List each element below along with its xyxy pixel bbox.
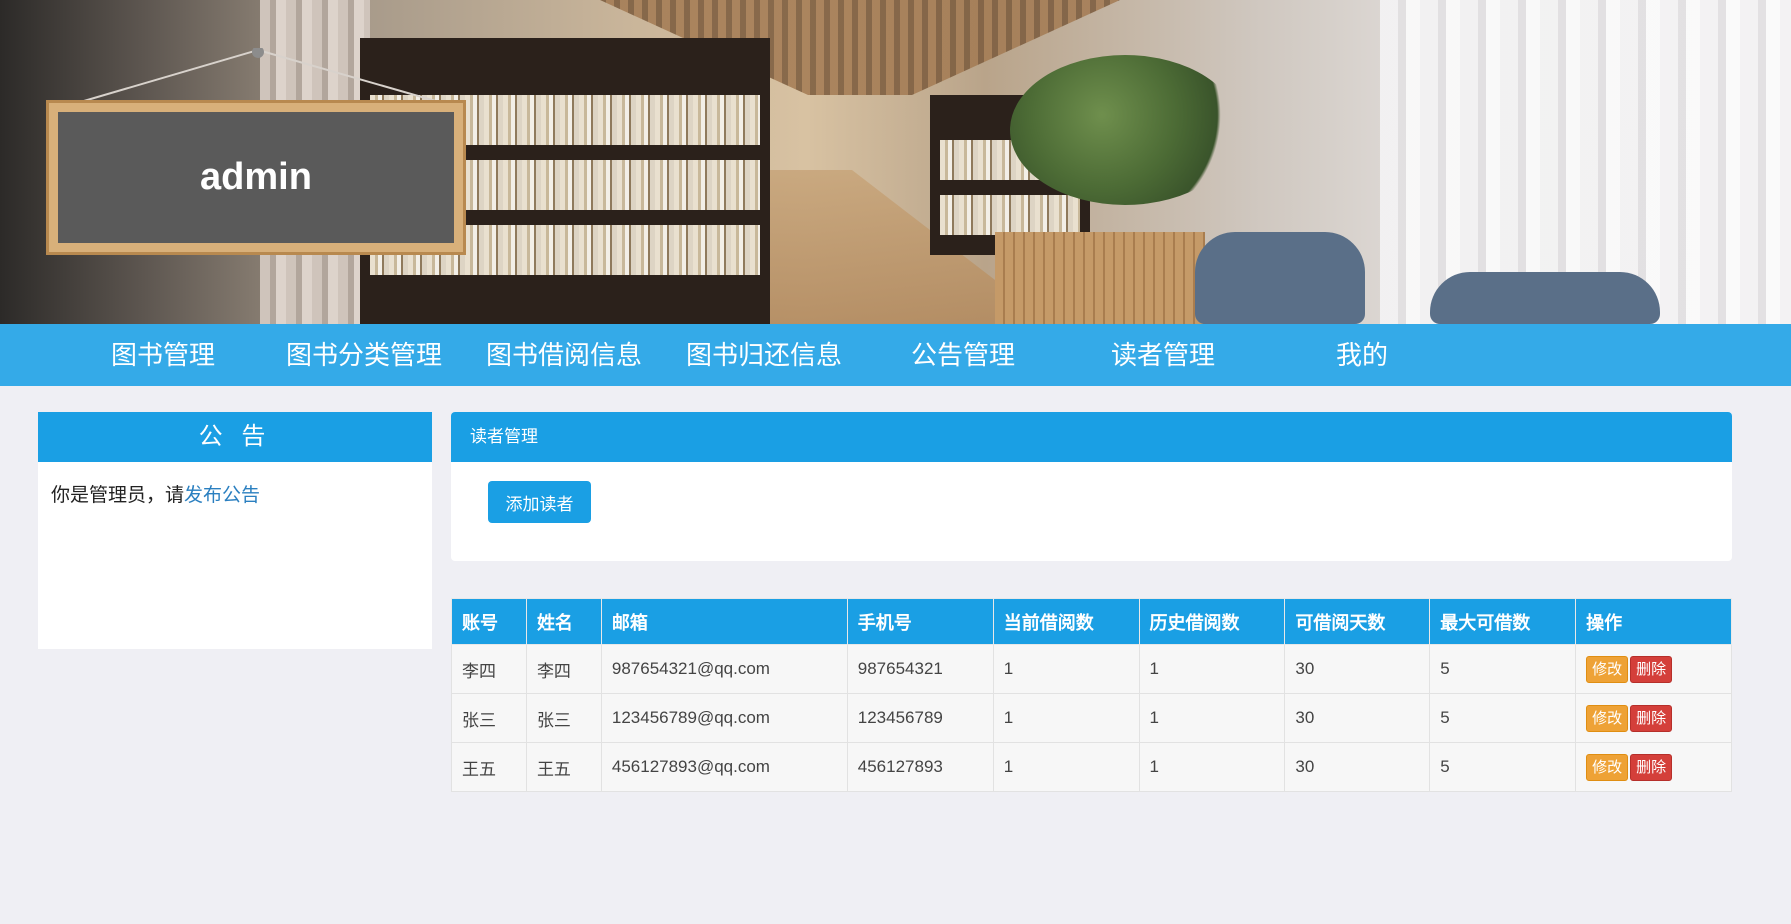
banner-books	[940, 195, 1080, 235]
cell-max-borrows: 5	[1429, 644, 1577, 694]
edit-button[interactable]: 修改	[1586, 655, 1629, 683]
table-row: 张三 张三 123456789@qq.com 123456789 1 1 30 …	[451, 693, 1732, 743]
table-row: 李四 李四 987654321@qq.com 987654321 1 1 30 …	[451, 644, 1732, 694]
edit-button[interactable]: 修改	[1586, 704, 1629, 732]
delete-button[interactable]: 删除	[1630, 655, 1673, 683]
add-reader-button[interactable]: 添加读者	[488, 481, 591, 523]
banner-planter	[995, 232, 1205, 324]
table-header-row: 账号 姓名 邮箱 手机号 当前借阅数 历史借阅数 可借阅天数 最大可借数 操作	[451, 598, 1732, 645]
publish-notice-link[interactable]: 发布公告	[184, 485, 260, 506]
cell-current-borrows: 1	[992, 693, 1140, 743]
header-banner: admin	[0, 0, 1791, 324]
nav-item-books[interactable]: 图书管理	[111, 324, 215, 386]
column-header-phone: 手机号	[846, 598, 994, 645]
notice-text: 你是管理员，请	[51, 485, 185, 506]
main-nav: 图书管理 图书分类管理 图书借阅信息 图书归还信息 公告管理 读者管理 我的	[0, 324, 1791, 386]
cell-actions: 修改 删除	[1575, 693, 1732, 743]
cell-email: 456127893@qq.com	[600, 742, 848, 792]
cell-history-borrows: 1	[1138, 644, 1286, 694]
readers-table: 账号 姓名 邮箱 手机号 当前借阅数 历史借阅数 可借阅天数 最大可借数 操作 …	[451, 598, 1732, 792]
cell-email: 123456789@qq.com	[600, 693, 848, 743]
cell-max-borrows: 5	[1429, 742, 1577, 792]
column-header-max-borrows: 最大可借数	[1429, 598, 1577, 645]
notice-body: 你是管理员，请发布公告	[38, 462, 432, 525]
cell-borrow-days: 30	[1284, 742, 1431, 792]
column-header-email: 邮箱	[600, 598, 848, 645]
nav-item-book-categories[interactable]: 图书分类管理	[286, 324, 442, 386]
cell-email: 987654321@qq.com	[600, 644, 848, 694]
cell-name: 张三	[525, 693, 602, 743]
column-header-actions: 操作	[1575, 598, 1732, 645]
cell-name: 李四	[525, 644, 602, 694]
column-header-history-borrows: 历史借阅数	[1138, 598, 1286, 645]
table-row: 王五 王五 456127893@qq.com 456127893 1 1 30 …	[451, 742, 1732, 792]
cell-name: 王五	[525, 742, 602, 792]
column-header-borrow-days: 可借阅天数	[1284, 598, 1431, 645]
edit-button[interactable]: 修改	[1586, 753, 1629, 781]
nav-item-readers[interactable]: 读者管理	[1111, 324, 1215, 386]
cell-history-borrows: 1	[1138, 693, 1286, 743]
cell-actions: 修改 删除	[1575, 742, 1732, 792]
nav-item-announcements[interactable]: 公告管理	[911, 324, 1015, 386]
column-header-name: 姓名	[525, 598, 602, 645]
cell-borrow-days: 30	[1284, 644, 1431, 694]
column-header-current-borrows: 当前借阅数	[992, 598, 1140, 645]
cell-phone: 123456789	[846, 693, 994, 743]
reader-management-panel: 读者管理 添加读者	[451, 412, 1732, 561]
cell-borrow-days: 30	[1284, 693, 1431, 743]
nav-item-borrow-records[interactable]: 图书借阅信息	[486, 324, 642, 386]
banner-tree	[1010, 55, 1240, 205]
banner-chair	[1430, 272, 1660, 324]
cell-phone: 987654321	[846, 644, 994, 694]
notice-panel: 公 告 你是管理员，请发布公告	[38, 412, 432, 649]
nav-item-return-records[interactable]: 图书归还信息	[686, 324, 842, 386]
cell-history-borrows: 1	[1138, 742, 1286, 792]
notice-title: 公 告	[38, 412, 432, 462]
nav-item-mine[interactable]: 我的	[1336, 324, 1388, 386]
cell-current-borrows: 1	[992, 742, 1140, 792]
delete-button[interactable]: 删除	[1630, 753, 1673, 781]
cell-account: 李四	[451, 644, 527, 694]
delete-button[interactable]: 删除	[1630, 704, 1673, 732]
cell-account: 王五	[451, 742, 527, 792]
panel-title: 读者管理	[451, 412, 1732, 462]
column-header-account: 账号	[451, 598, 527, 645]
cell-phone: 456127893	[846, 742, 994, 792]
cell-current-borrows: 1	[992, 644, 1140, 694]
username-label: admin	[58, 112, 454, 243]
cell-max-borrows: 5	[1429, 693, 1577, 743]
banner-chair	[1195, 232, 1365, 324]
cell-account: 张三	[451, 693, 527, 743]
cell-actions: 修改 删除	[1575, 644, 1732, 694]
username-sign: admin	[46, 100, 466, 255]
